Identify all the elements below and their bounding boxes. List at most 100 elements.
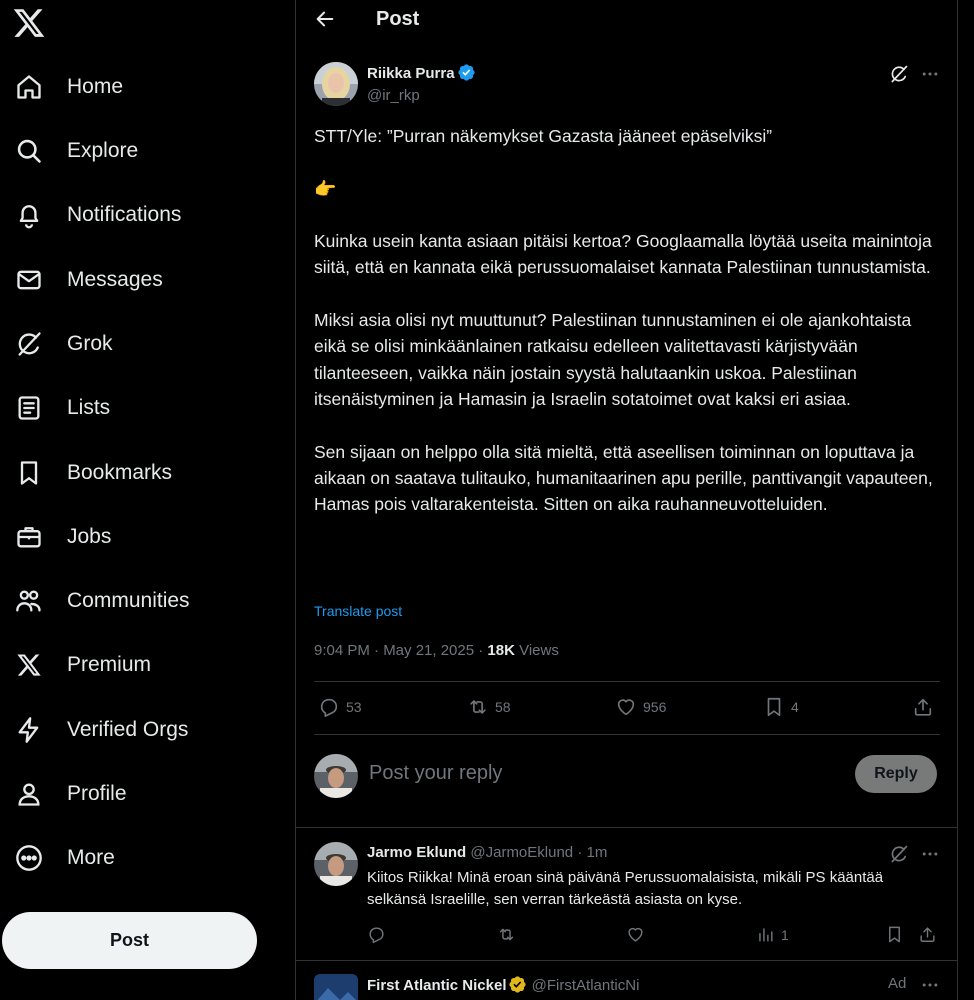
repost-count: 58 — [495, 699, 511, 715]
main-column: Post Riikka Purra @ir_rkp STT/Yle: ”Purr… — [295, 0, 958, 1000]
sidebar-item-bookmarks[interactable]: Bookmarks — [10, 448, 172, 498]
like-button[interactable] — [626, 925, 645, 944]
tweet-meta: 9:04 PM · May 21, 2025 · 18K Views — [314, 642, 559, 659]
sidebar-item-label: Profile — [67, 782, 127, 805]
sidebar-item-communities[interactable]: Communities — [10, 576, 190, 626]
comment-header: Jarmo Eklund @JarmoEklund · 1m — [367, 844, 607, 861]
grok-icon[interactable] — [889, 64, 909, 89]
bookmark-count: 4 — [791, 699, 799, 715]
person-icon — [14, 779, 44, 809]
sidebar-item-more[interactable]: More — [10, 833, 115, 883]
bell-icon — [14, 200, 44, 230]
sidebar-item-jobs[interactable]: Jobs — [10, 512, 111, 562]
sidebar-item-label: Premium — [67, 653, 152, 676]
more-circle-icon — [14, 843, 44, 873]
author-name[interactable]: Jarmo Eklund — [367, 844, 466, 861]
like-button[interactable]: 956 — [615, 696, 666, 718]
divider — [296, 960, 957, 961]
page-title: Post — [376, 8, 420, 30]
verified-badge-icon — [457, 63, 476, 82]
grok-icon[interactable] — [889, 844, 909, 869]
translate-post-link[interactable]: Translate post — [314, 603, 402, 619]
sidebar-item-label: Home — [67, 75, 124, 98]
more-options-icon[interactable] — [920, 975, 940, 1000]
sidebar-item-label: Messages — [67, 268, 163, 291]
share-button[interactable] — [912, 696, 934, 718]
views-count: 1 — [781, 926, 789, 943]
sidebar-item-grok[interactable]: Grok — [10, 319, 113, 369]
reply-icon — [320, 698, 338, 717]
repost-icon — [499, 928, 514, 941]
comment-text: Kiitos Riikka! Minä eroan sinä päivänä P… — [367, 869, 884, 908]
divider — [314, 734, 940, 735]
tweet-text: STT/Yle: ”Purran näkemykset Gazasta jään… — [314, 123, 944, 544]
divider — [314, 681, 940, 682]
sidebar-item-label: Jobs — [67, 525, 112, 548]
bookmark-icon — [767, 697, 781, 717]
reply-submit-button[interactable]: Reply — [855, 755, 937, 793]
share-icon — [914, 698, 932, 716]
bookmark-button[interactable] — [885, 925, 904, 944]
repost-icon — [470, 700, 486, 714]
briefcase-icon — [14, 522, 44, 552]
sidebar-item-label: Bookmarks — [67, 461, 173, 484]
sidebar-item-lists[interactable]: Lists — [10, 383, 110, 433]
sidebar-item-verified-orgs[interactable]: Verified Orgs — [10, 705, 188, 755]
views-count: 18K — [487, 642, 515, 659]
bookmark-icon — [14, 458, 44, 488]
ad-header: First Atlantic Nickel @FirstAtlanticNi — [367, 975, 639, 994]
sidebar-item-profile[interactable]: Profile — [10, 769, 127, 819]
tweet-paragraph: STT/Yle: ”Purran näkemykset Gazasta jään… — [314, 126, 773, 146]
tweet-paragraph: Sen sijaan on helppo olla sitä mieltä, e… — [314, 441, 933, 515]
repost-button[interactable]: 58 — [467, 696, 511, 718]
views-label: Views — [514, 642, 559, 659]
author-name[interactable]: First Atlantic Nickel — [367, 977, 506, 994]
reply-button[interactable] — [367, 925, 386, 944]
views-button[interactable]: 1 — [756, 925, 789, 944]
gold-verified-badge-icon — [508, 975, 527, 994]
reply-button[interactable]: 53 — [318, 696, 362, 718]
reply-input[interactable]: Post your reply — [369, 762, 502, 785]
search-icon — [14, 136, 44, 166]
grok-icon — [14, 329, 44, 359]
sidebar-item-label: Grok — [67, 332, 113, 355]
like-count: 956 — [643, 699, 667, 715]
more-options-icon[interactable] — [920, 844, 940, 869]
tweet-paragraph: Kuinka usein kanta asiaan pitäisi kertoa… — [314, 231, 932, 278]
x-logo-icon[interactable] — [12, 6, 46, 40]
author-handle[interactable]: @FirstAtlanticNi — [532, 977, 640, 994]
author-name[interactable]: Riikka Purra — [367, 65, 455, 82]
envelope-icon — [14, 265, 44, 295]
sidebar-item-premium[interactable]: Premium — [10, 640, 151, 690]
timestamp[interactable]: 9:04 PM · May 21, 2025 · — [314, 642, 487, 659]
post-button[interactable]: Post — [2, 912, 257, 969]
avatar[interactable] — [314, 62, 358, 106]
sidebar-item-label: Communities — [67, 589, 190, 612]
sidebar-item-label: Lists — [67, 396, 111, 419]
ad-label: Ad — [888, 975, 907, 992]
more-options-icon[interactable] — [920, 64, 940, 89]
home-icon — [14, 72, 44, 102]
tweet-paragraph: Miksi asia olisi nyt muuttunut? Palestii… — [314, 310, 912, 409]
repost-button[interactable] — [497, 925, 516, 944]
sidebar-item-label: Notifications — [67, 203, 182, 226]
reply-icon — [369, 927, 384, 944]
x-logo-icon — [14, 650, 44, 680]
author-handle[interactable]: @JarmoEklund — [470, 844, 573, 861]
sidebar-item-messages[interactable]: Messages — [10, 255, 163, 305]
sidebar-item-explore[interactable]: Explore — [10, 126, 138, 176]
avatar[interactable] — [314, 754, 358, 798]
avatar[interactable] — [314, 842, 358, 886]
sidebar-item-notifications[interactable]: Notifications — [10, 190, 181, 240]
heart-icon — [628, 927, 643, 942]
share-button[interactable] — [918, 925, 937, 944]
comment-time[interactable]: · 1m — [573, 844, 607, 861]
author-handle[interactable]: @ir_rkp — [367, 87, 420, 104]
sidebar-item-home[interactable]: Home — [10, 62, 123, 112]
sidebar-item-label: Explore — [67, 139, 139, 162]
bookmark-button[interactable]: 4 — [763, 696, 799, 718]
back-arrow-icon[interactable] — [314, 8, 338, 32]
tweet-author: Riikka Purra — [367, 63, 476, 83]
avatar[interactable] — [314, 974, 358, 1000]
sidebar: Home Explore Notifications Messages Grok… — [0, 0, 296, 1000]
